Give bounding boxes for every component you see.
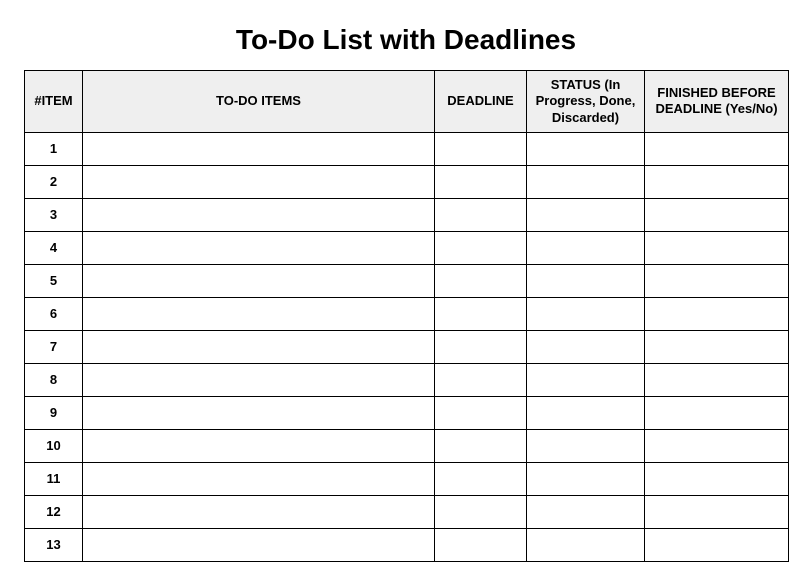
cell-finished <box>645 495 789 528</box>
cell-item-number: 12 <box>25 495 83 528</box>
cell-todo <box>83 330 435 363</box>
cell-deadline <box>435 165 527 198</box>
cell-finished <box>645 297 789 330</box>
cell-todo <box>83 297 435 330</box>
col-finished: FINISHED BEFORE DEADLINE (Yes/No) <box>645 71 789 133</box>
cell-finished <box>645 429 789 462</box>
cell-deadline <box>435 495 527 528</box>
cell-item-number: 2 <box>25 165 83 198</box>
cell-deadline <box>435 462 527 495</box>
cell-deadline <box>435 231 527 264</box>
cell-todo <box>83 396 435 429</box>
cell-deadline <box>435 396 527 429</box>
cell-status <box>527 297 645 330</box>
cell-status <box>527 231 645 264</box>
table-header: #ITEM TO-DO ITEMS DEADLINE STATUS (In Pr… <box>25 71 789 133</box>
cell-todo <box>83 429 435 462</box>
cell-todo <box>83 231 435 264</box>
cell-finished <box>645 330 789 363</box>
table-row: 10 <box>25 429 789 462</box>
cell-todo <box>83 462 435 495</box>
cell-finished <box>645 132 789 165</box>
cell-deadline <box>435 198 527 231</box>
table-row: 5 <box>25 264 789 297</box>
cell-status <box>527 396 645 429</box>
cell-item-number: 10 <box>25 429 83 462</box>
cell-item-number: 9 <box>25 396 83 429</box>
col-item: #ITEM <box>25 71 83 133</box>
cell-todo <box>83 165 435 198</box>
col-todo: TO-DO ITEMS <box>83 71 435 133</box>
table-row: 11 <box>25 462 789 495</box>
cell-status <box>527 264 645 297</box>
page-title: To-Do List with Deadlines <box>24 24 788 56</box>
cell-item-number: 1 <box>25 132 83 165</box>
table-body: 12345678910111213 <box>25 132 789 561</box>
cell-item-number: 3 <box>25 198 83 231</box>
cell-item-number: 8 <box>25 363 83 396</box>
cell-status <box>527 165 645 198</box>
cell-finished <box>645 462 789 495</box>
cell-finished <box>645 363 789 396</box>
table-row: 1 <box>25 132 789 165</box>
cell-item-number: 6 <box>25 297 83 330</box>
cell-deadline <box>435 330 527 363</box>
cell-status <box>527 198 645 231</box>
cell-todo <box>83 198 435 231</box>
cell-item-number: 4 <box>25 231 83 264</box>
cell-finished <box>645 396 789 429</box>
cell-todo <box>83 528 435 561</box>
cell-todo <box>83 264 435 297</box>
table-row: 2 <box>25 165 789 198</box>
table-row: 8 <box>25 363 789 396</box>
cell-item-number: 5 <box>25 264 83 297</box>
cell-finished <box>645 528 789 561</box>
col-status: STATUS (In Progress, Done, Discarded) <box>527 71 645 133</box>
cell-todo <box>83 132 435 165</box>
todo-table: #ITEM TO-DO ITEMS DEADLINE STATUS (In Pr… <box>24 70 789 562</box>
cell-item-number: 13 <box>25 528 83 561</box>
cell-item-number: 7 <box>25 330 83 363</box>
table-row: 12 <box>25 495 789 528</box>
cell-status <box>527 330 645 363</box>
cell-status <box>527 462 645 495</box>
cell-deadline <box>435 363 527 396</box>
cell-finished <box>645 231 789 264</box>
cell-status <box>527 363 645 396</box>
cell-finished <box>645 264 789 297</box>
cell-todo <box>83 495 435 528</box>
cell-status <box>527 429 645 462</box>
cell-finished <box>645 198 789 231</box>
table-row: 13 <box>25 528 789 561</box>
cell-item-number: 11 <box>25 462 83 495</box>
table-row: 7 <box>25 330 789 363</box>
cell-deadline <box>435 429 527 462</box>
cell-todo <box>83 363 435 396</box>
col-deadline: DEADLINE <box>435 71 527 133</box>
cell-status <box>527 495 645 528</box>
cell-deadline <box>435 297 527 330</box>
cell-status <box>527 132 645 165</box>
document-page: To-Do List with Deadlines #ITEM TO-DO IT… <box>0 0 812 562</box>
cell-status <box>527 528 645 561</box>
cell-deadline <box>435 132 527 165</box>
table-row: 4 <box>25 231 789 264</box>
cell-deadline <box>435 264 527 297</box>
cell-deadline <box>435 528 527 561</box>
cell-finished <box>645 165 789 198</box>
table-row: 3 <box>25 198 789 231</box>
table-row: 6 <box>25 297 789 330</box>
table-row: 9 <box>25 396 789 429</box>
